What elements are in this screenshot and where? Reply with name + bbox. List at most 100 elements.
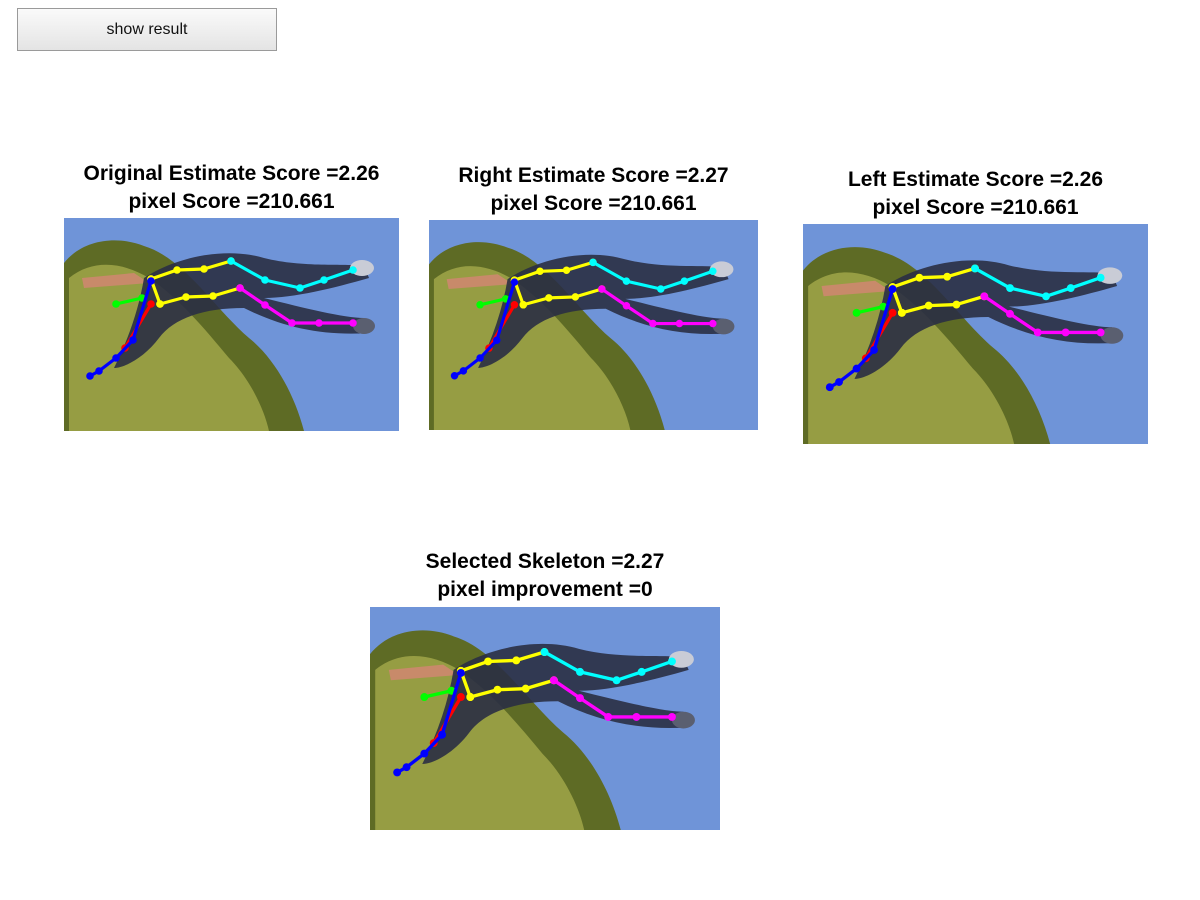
joint-point: [675, 319, 684, 328]
panel-title: Original Estimate Score =2.26 pixel Scor…: [24, 160, 439, 216]
joint-point: [420, 749, 429, 758]
selected-skeleton-score-label: Selected Skeleton =2.27: [425, 550, 665, 573]
joint-point: [835, 378, 843, 386]
joint-point: [943, 272, 952, 281]
joint-point: [402, 763, 411, 772]
left-shoe: [353, 318, 375, 334]
joint-point: [86, 372, 94, 380]
joint-point: [112, 354, 120, 362]
joint-point: [393, 768, 402, 777]
estimate-score-label: Right Estimate Score =2.27: [458, 164, 729, 187]
joint-point: [915, 273, 924, 282]
joint-point: [536, 267, 544, 276]
joint-point: [493, 336, 501, 345]
joint-point: [1066, 284, 1075, 292]
joint-point: [420, 693, 429, 702]
estimate-score-label: Original Estimate Score =2.26: [83, 162, 380, 185]
joint-point: [512, 656, 521, 665]
original-estimate-panel: Original Estimate Score =2.26 pixel Scor…: [64, 158, 399, 431]
joint-point: [598, 285, 606, 293]
joint-point: [484, 657, 493, 666]
joint-point: [852, 364, 861, 373]
joint-point: [510, 301, 519, 309]
joint-point: [320, 276, 328, 284]
joint-point: [852, 308, 861, 317]
joint-point: [200, 265, 208, 273]
joint-point: [604, 712, 613, 721]
joint-point: [649, 319, 657, 328]
joint-point: [571, 293, 580, 301]
joint-point: [476, 354, 484, 362]
joint-point: [315, 319, 323, 327]
joint-point: [545, 294, 553, 302]
joint-point: [288, 319, 296, 327]
pose-image: [429, 220, 758, 430]
joint-point: [236, 284, 244, 292]
joint-point: [622, 302, 631, 310]
panel-title: Selected Skeleton =2.27 pixel improvemen…: [330, 548, 760, 604]
joint-point: [888, 308, 897, 317]
left-estimate-panel: Left Estimate Score =2.26 pixel Score =2…: [803, 164, 1148, 444]
left-shoe: [712, 318, 735, 335]
joint-point: [95, 367, 103, 375]
right-estimate-panel: Right Estimate Score =2.27 pixel Score =…: [429, 160, 758, 430]
joint-point: [1006, 284, 1014, 292]
pixel-score-label: pixel Score =210.661: [872, 196, 1079, 219]
joint-point: [1042, 292, 1050, 301]
joint-point: [589, 258, 597, 267]
joint-point: [182, 293, 190, 301]
joint-point: [980, 292, 989, 301]
joint-point: [450, 372, 459, 380]
panel-title: Left Estimate Score =2.26 pixel Score =2…: [763, 166, 1188, 222]
left-shoe: [1100, 327, 1124, 344]
pose-image: [64, 218, 399, 431]
joint-point: [825, 383, 834, 392]
joint-point: [540, 648, 549, 656]
joint-point: [261, 301, 269, 309]
joint-point: [549, 676, 558, 685]
pixel-score-label: pixel Score =210.661: [490, 192, 697, 215]
joint-point: [612, 676, 621, 685]
joint-point: [870, 346, 878, 354]
joint-point: [156, 300, 164, 308]
joint-point: [349, 319, 357, 327]
joint-point: [562, 266, 571, 275]
pixel-improvement-label: pixel improvement =0: [437, 578, 653, 601]
joint-point: [952, 300, 961, 309]
joint-point: [576, 667, 584, 676]
joint-point: [147, 277, 155, 285]
selected-skeleton-panel: Selected Skeleton =2.27 pixel improvemen…: [370, 547, 720, 830]
joint-point: [173, 266, 181, 274]
joint-point: [227, 257, 235, 265]
joint-point: [438, 730, 447, 739]
joint-point: [897, 308, 906, 317]
joint-point: [709, 319, 717, 328]
joint-point: [1061, 328, 1070, 337]
app-window: show result Original Estimate Score =2.2…: [0, 0, 1200, 900]
pose-image: [370, 607, 720, 830]
joint-point: [476, 301, 484, 309]
joint-point: [1096, 273, 1105, 282]
joint-point: [296, 284, 304, 292]
joint-point: [521, 684, 530, 693]
show-result-button[interactable]: show result: [17, 8, 277, 51]
joint-point: [147, 300, 155, 308]
joint-point: [1006, 309, 1014, 318]
joint-point: [112, 300, 120, 308]
joint-point: [261, 276, 269, 284]
left-shoe: [671, 711, 695, 729]
joint-point: [1033, 328, 1042, 337]
joint-point: [459, 367, 468, 375]
joint-point: [209, 292, 217, 300]
pixel-score-label: pixel Score =210.661: [128, 190, 335, 213]
joint-point: [349, 266, 357, 274]
joint-point: [667, 657, 676, 666]
joint-point: [657, 285, 665, 293]
joint-point: [924, 301, 933, 310]
joint-point: [1096, 328, 1105, 337]
joint-point: [622, 277, 631, 285]
joint-point: [466, 693, 475, 702]
joint-point: [680, 277, 689, 285]
joint-point: [971, 264, 979, 273]
joint-point: [456, 668, 465, 677]
